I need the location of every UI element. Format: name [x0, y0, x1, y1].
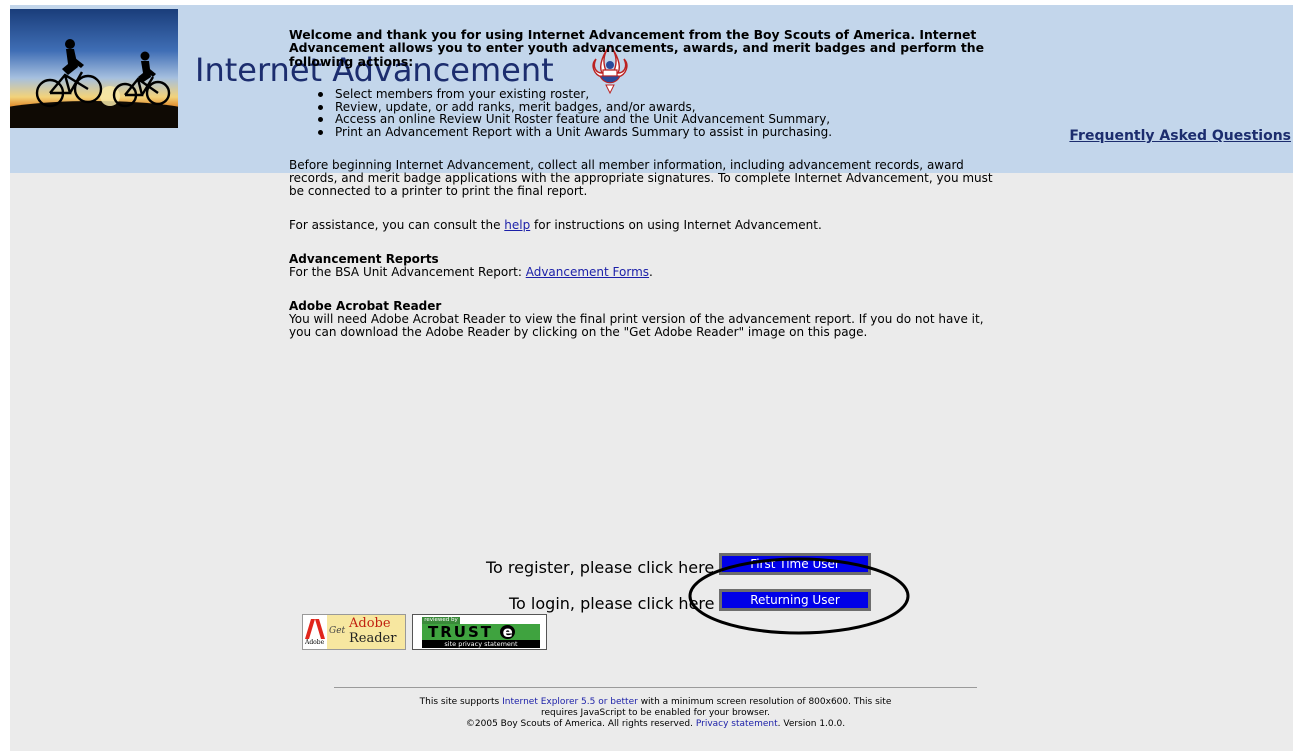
- privacy-statement-link[interactable]: Privacy statement: [696, 719, 778, 729]
- assistance-text: For assistance, you can consult the help…: [289, 219, 1009, 232]
- before-beginning-text: Before beginning Internet Advancement, c…: [289, 158, 993, 199]
- advancement-reports-section: Advancement Reports For the BSA Unit Adva…: [289, 253, 1009, 279]
- actions-list: Select members from your existing roster…: [289, 88, 1009, 138]
- truste-logo-text: TRUST: [428, 623, 493, 641]
- register-prompt: To register, please click here -->: [486, 558, 745, 577]
- footer-browser-before: This site supports: [419, 697, 503, 707]
- advancement-reports-text: For the BSA Unit Advancement Report:: [289, 265, 526, 280]
- cyclists-silhouette-icon: [10, 39, 178, 128]
- footer-divider: [334, 687, 977, 688]
- login-prompt: To login, please click here -->: [509, 594, 745, 613]
- truste-logo: TRUST e: [422, 624, 540, 640]
- adobe-product: Adobe: [349, 616, 391, 631]
- truste-badge[interactable]: reviewed by TRUST e site privacy stateme…: [412, 614, 547, 650]
- welcome-content: Welcome and thank you for using Internet…: [289, 28, 1009, 339]
- adobe-brand: Adobe: [305, 639, 325, 646]
- assistance-before: For assistance, you can consult the: [289, 218, 505, 233]
- footer-browser-after: with a minimum screen resolution of 800x…: [637, 697, 892, 707]
- cyclists-photo: [10, 9, 178, 128]
- footer-copyright: ©2005 Boy Scouts of America. All rights …: [465, 719, 696, 729]
- help-link[interactable]: help: [504, 218, 530, 232]
- list-item: Select members from your existing roster…: [318, 88, 1009, 101]
- footer-version: . Version 1.0.0.: [777, 719, 846, 729]
- truste-privacy-statement: site privacy statement: [422, 640, 540, 648]
- list-item: Access an online Review Unit Roster feat…: [318, 113, 1009, 126]
- ie-link[interactable]: Internet Explorer 5.5 or better: [502, 697, 638, 707]
- acrobat-text: You will need Adobe Acrobat Reader to vi…: [289, 312, 984, 340]
- advancement-forms-link[interactable]: Advancement Forms: [526, 265, 649, 279]
- footer-line-3: ©2005 Boy Scouts of America. All rights …: [334, 719, 977, 730]
- truste-e-icon: e: [500, 625, 516, 640]
- adobe-reader: Reader: [349, 631, 397, 646]
- list-item: Print an Advancement Report with a Unit …: [318, 126, 1009, 139]
- faq-link[interactable]: Frequently Asked Questions: [1069, 128, 1291, 144]
- advancement-reports-after: .: [649, 265, 653, 280]
- footer-line-1: This site supports Internet Explorer 5.5…: [334, 697, 977, 708]
- assistance-after: for instructions on using Internet Advan…: [530, 218, 822, 233]
- get-adobe-reader-badge[interactable]: Adobe Get Adobe Reader: [302, 614, 406, 650]
- footer-line-2: requires JavaScript to be enabled for yo…: [541, 708, 770, 718]
- acrobat-section: Adobe Acrobat Reader You will need Adobe …: [289, 300, 1009, 339]
- first-time-user-button[interactable]: First Time User: [719, 553, 871, 575]
- adobe-get: Get: [329, 626, 346, 636]
- footer: This site supports Internet Explorer 5.5…: [334, 697, 977, 730]
- intro-text: Welcome and thank you for using Internet…: [289, 27, 984, 69]
- returning-user-button[interactable]: Returning User: [719, 589, 871, 611]
